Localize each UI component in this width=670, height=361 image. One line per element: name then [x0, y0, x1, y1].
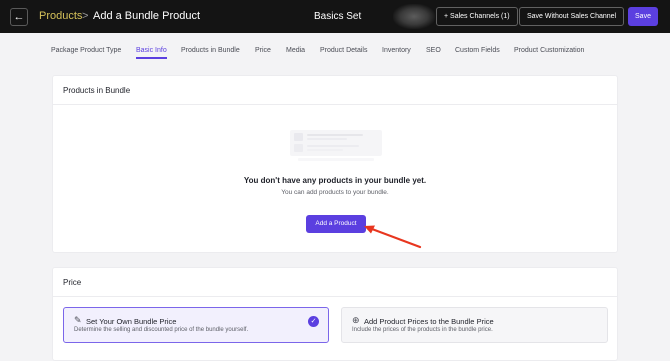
- option-description: Determine the selling and discounted pri…: [74, 327, 249, 333]
- arrow-left-icon: ←: [13, 11, 25, 23]
- tab-seo[interactable]: SEO: [426, 47, 441, 54]
- empty-state-title: You don't have any products in your bund…: [243, 176, 427, 185]
- breadcrumb-products[interactable]: Products: [39, 10, 82, 22]
- tab-inventory[interactable]: Inventory: [382, 47, 411, 54]
- back-button[interactable]: ←: [10, 8, 28, 26]
- tab-custom-fields[interactable]: Custom Fields: [455, 47, 500, 54]
- option-title: Add Product Prices to the Bundle Price: [364, 317, 494, 326]
- section-title: Price: [63, 278, 82, 287]
- plus-circle-icon: ⊕: [352, 315, 360, 325]
- bundle-name-title: Basics Set: [314, 11, 362, 22]
- tab-basic-info[interactable]: Basic Info: [136, 47, 167, 54]
- tab-media[interactable]: Media: [286, 47, 305, 54]
- products-in-bundle-card: Products in Bundle You don't have any pr…: [52, 75, 618, 253]
- add-product-button[interactable]: Add a Product: [306, 215, 366, 233]
- blurred-avatar: [393, 4, 435, 29]
- section-title: Products in Bundle: [63, 86, 131, 95]
- check-icon: ✓: [308, 316, 319, 327]
- divider: [53, 296, 617, 297]
- tab-price[interactable]: Price: [255, 47, 271, 54]
- page-title: Add a Bundle Product: [93, 10, 201, 22]
- tab-package-product-type[interactable]: Package Product Type: [51, 47, 121, 54]
- tab-bar: Package Product Type Basic Info Products…: [0, 33, 670, 63]
- empty-list-illustration: [290, 130, 382, 161]
- tab-product-customization[interactable]: Product Customization: [514, 47, 584, 54]
- price-card: Price ✎ Set Your Own Bundle Price Determ…: [52, 267, 618, 361]
- annotation-arrow-icon: [364, 225, 422, 249]
- tab-products-in-bundle[interactable]: Products in Bundle: [181, 47, 240, 54]
- option-description: Include the prices of the products in th…: [352, 327, 493, 333]
- top-bar: ← Products > Add a Bundle Product Basics…: [0, 0, 670, 33]
- divider: [53, 104, 617, 105]
- tab-product-details[interactable]: Product Details: [320, 47, 367, 54]
- own-bundle-price-option[interactable]: ✎ Set Your Own Bundle Price Determine th…: [63, 307, 329, 343]
- save-without-sales-channel-button[interactable]: Save Without Sales Channel: [519, 7, 625, 26]
- pencil-icon: ✎: [74, 315, 82, 325]
- sales-channels-button[interactable]: + Sales Channels (1): [436, 7, 518, 26]
- add-product-prices-option[interactable]: ⊕ Add Product Prices to the Bundle Price…: [341, 307, 608, 343]
- option-title: Set Your Own Bundle Price: [86, 317, 177, 326]
- active-tab-indicator: [136, 57, 167, 59]
- save-button[interactable]: Save: [628, 7, 658, 26]
- breadcrumb-separator: >: [82, 10, 89, 22]
- empty-state-subtitle: You can add products to your bundle.: [281, 189, 389, 196]
